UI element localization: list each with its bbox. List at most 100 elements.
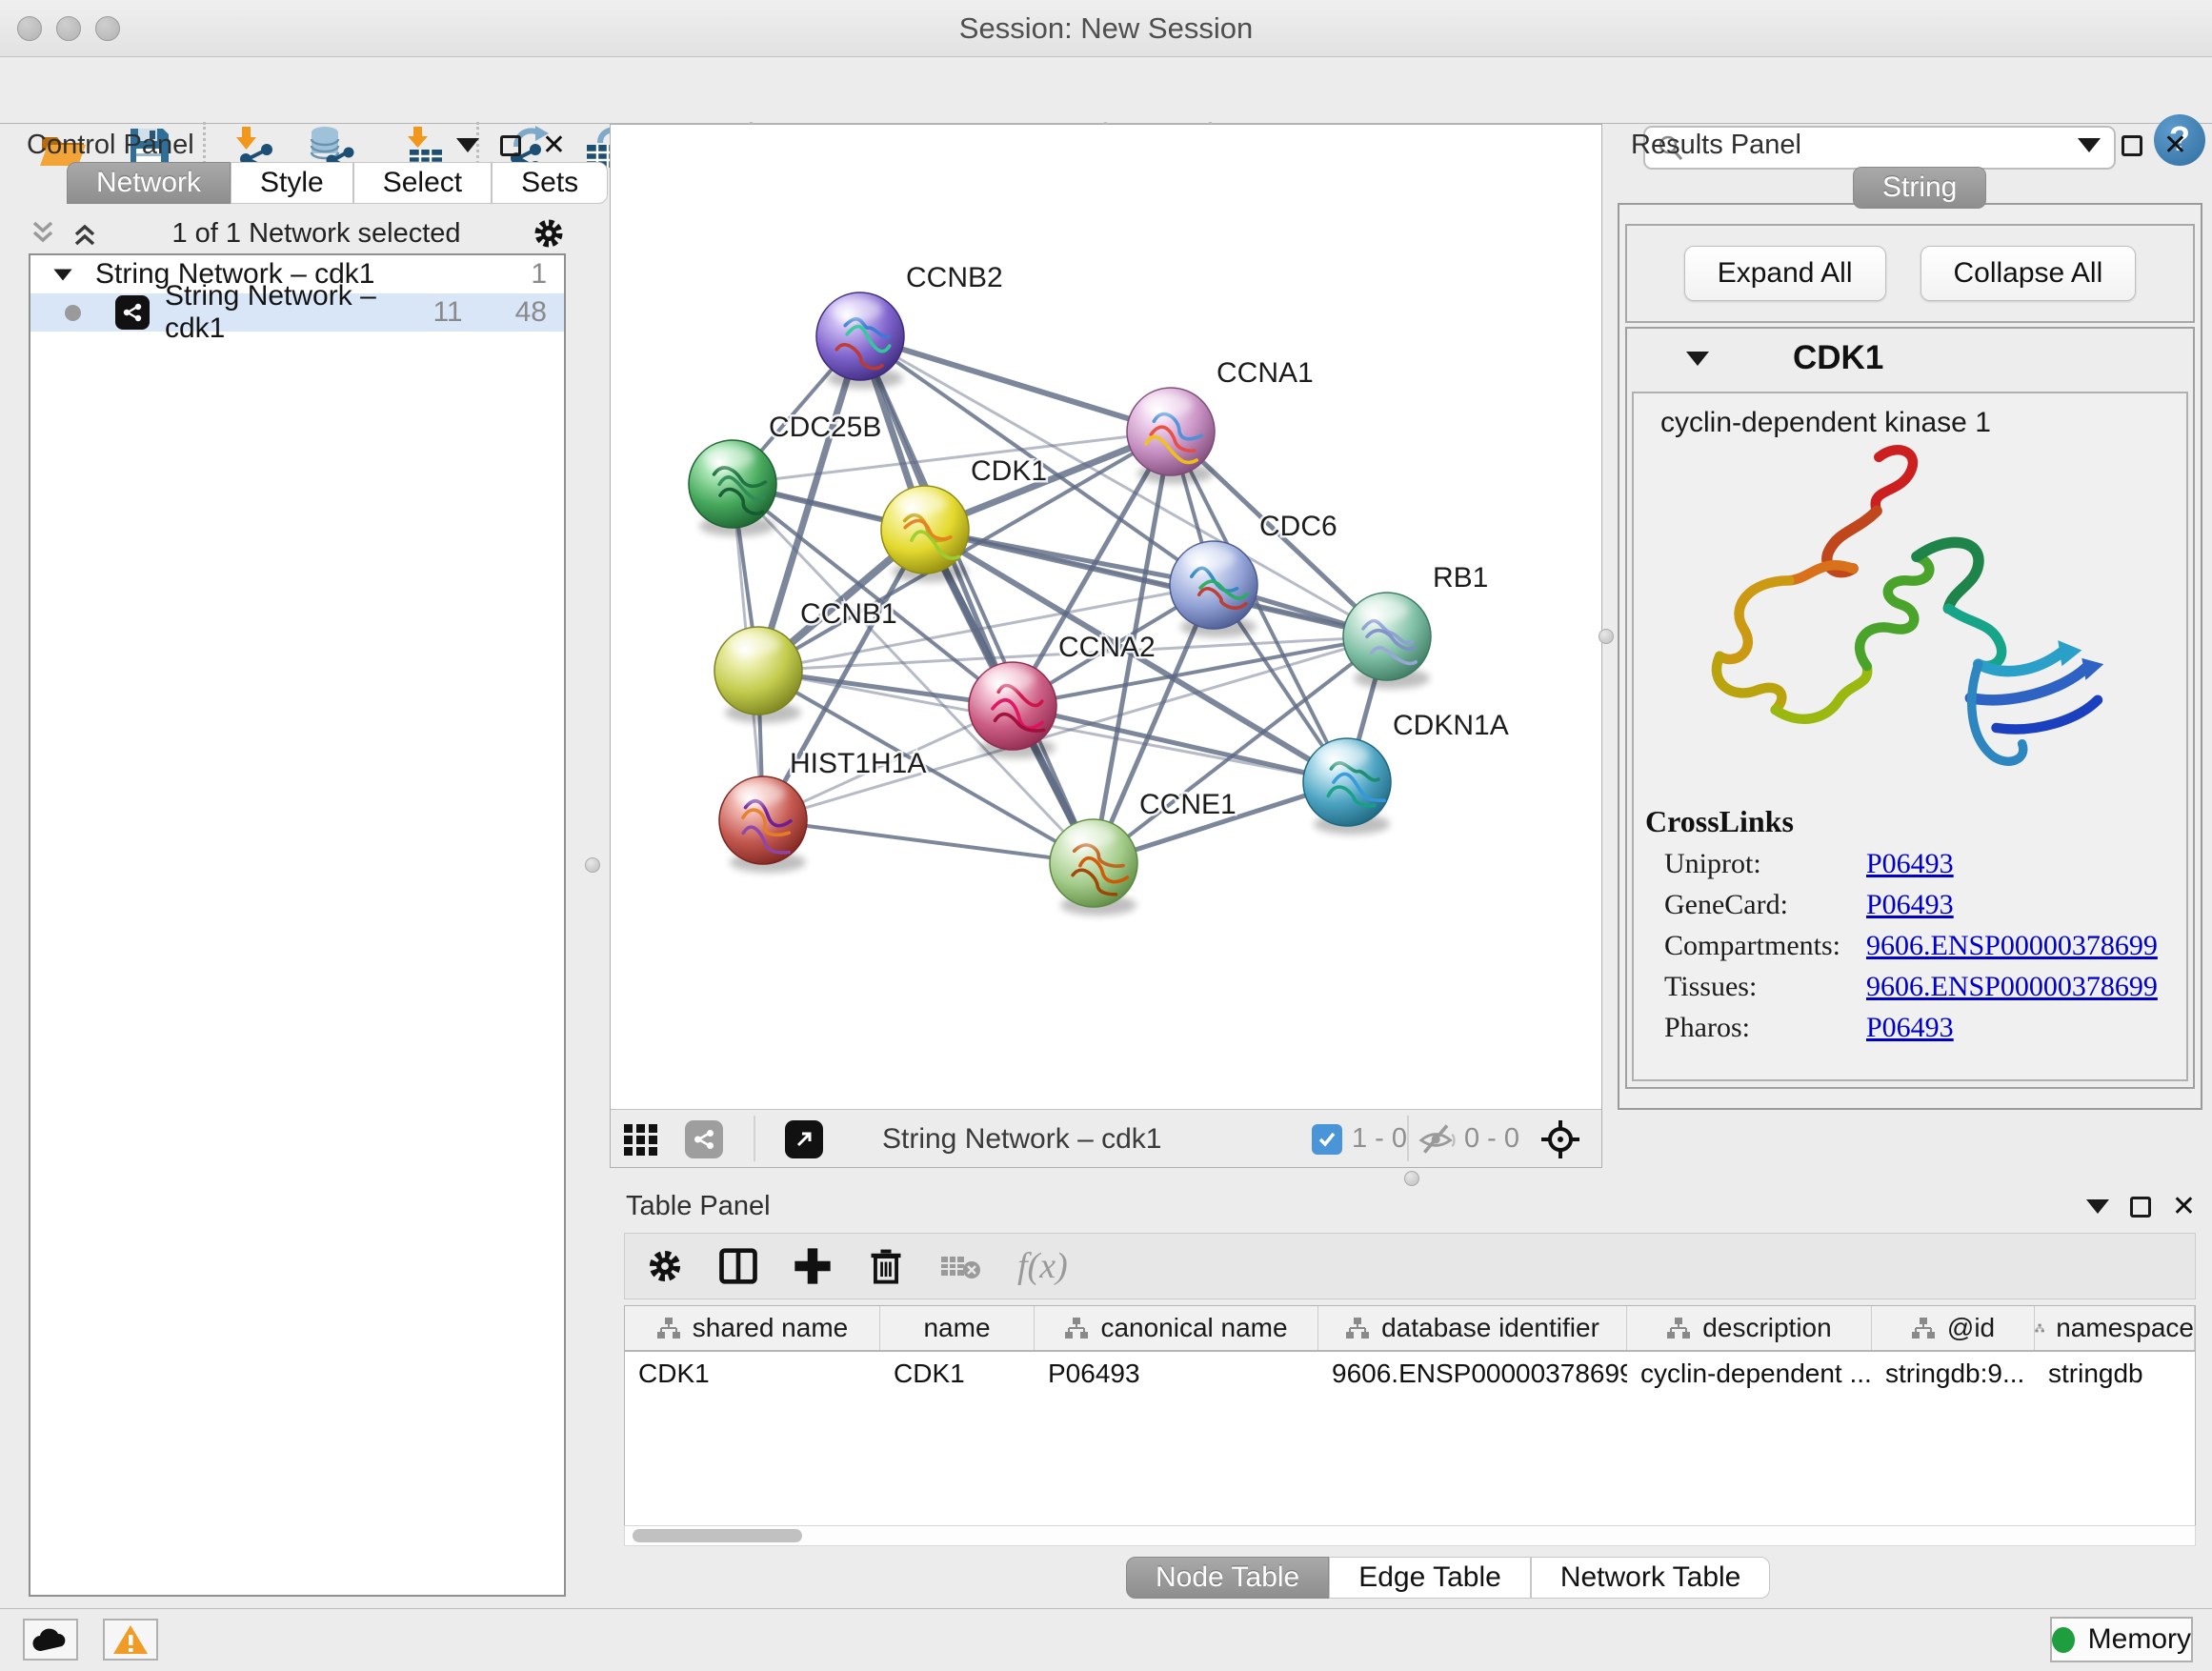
crosslink-link[interactable]: P06493 bbox=[1866, 848, 1954, 880]
crosslink-label: Pharos: bbox=[1664, 1012, 1866, 1044]
window-titlebar: Session: New Session bbox=[0, 0, 2212, 57]
collapse-entry-icon[interactable] bbox=[1686, 352, 1709, 366]
tab-network[interactable]: Network bbox=[67, 162, 231, 204]
left-splitter-grip[interactable] bbox=[585, 857, 600, 873]
column-header-namespace[interactable]: namespace bbox=[2035, 1306, 2195, 1350]
crosslink-link[interactable]: P06493 bbox=[1866, 889, 1954, 921]
close-panel-icon[interactable]: ✕ bbox=[542, 135, 566, 156]
cloud-icon bbox=[31, 1626, 70, 1653]
tab-style[interactable]: Style bbox=[231, 162, 353, 204]
current-network-dot-icon bbox=[65, 305, 81, 321]
crosslink-label: Uniprot: bbox=[1664, 848, 1866, 880]
panel-menu-icon[interactable] bbox=[2086, 1199, 2109, 1214]
table-cell[interactable]: stringdb:9... bbox=[1872, 1352, 2035, 1396]
column-header-label: canonical name bbox=[1100, 1313, 1287, 1343]
column-type-network-icon bbox=[2035, 1317, 2044, 1339]
scrollbar-thumb[interactable] bbox=[633, 1529, 802, 1542]
toolbar-divider bbox=[754, 1116, 755, 1161]
tab-sets[interactable]: Sets bbox=[492, 162, 608, 204]
table-cell[interactable]: CDK1 bbox=[625, 1352, 880, 1396]
edge-count: 48 bbox=[515, 296, 547, 329]
network-node-CDC25B[interactable]: CDC25B bbox=[689, 412, 881, 536]
column-header-label: shared name bbox=[693, 1313, 848, 1343]
expand-all-button[interactable]: Expand All bbox=[1684, 246, 1886, 301]
network-node-RB1[interactable]: RB1 bbox=[1343, 562, 1488, 689]
table-cell[interactable]: CDK1 bbox=[880, 1352, 1035, 1396]
column-header-canonical-name[interactable]: canonical name bbox=[1035, 1306, 1318, 1350]
tab-select[interactable]: Select bbox=[353, 162, 492, 204]
results-panel-title: Results Panel bbox=[1631, 130, 1801, 161]
collection-count: 1 bbox=[531, 258, 547, 291]
tab-network-table[interactable]: Network Table bbox=[1531, 1557, 1771, 1599]
close-panel-icon[interactable]: ✕ bbox=[2163, 135, 2187, 156]
network-edge[interactable] bbox=[1013, 706, 1347, 782]
panel-menu-icon[interactable] bbox=[456, 138, 479, 152]
collapse-all-networks-icon[interactable] bbox=[27, 217, 59, 250]
collapse-all-button[interactable]: Collapse All bbox=[1920, 246, 2137, 301]
table-cell[interactable]: 9606.ENSP00000378699 bbox=[1318, 1352, 1627, 1396]
network-row-selected[interactable]: String Network – cdk1 11 48 bbox=[30, 293, 564, 332]
table-cell[interactable]: stringdb bbox=[2035, 1352, 2195, 1396]
fit-selected-crosshair-icon[interactable] bbox=[1539, 1118, 1581, 1160]
column-header-shared-name[interactable]: shared name bbox=[625, 1306, 880, 1350]
memory-button[interactable]: Memory bbox=[2050, 1617, 2193, 1662]
network-node-CCNE1[interactable]: CCNE1 bbox=[1050, 789, 1237, 916]
cloud-status-button[interactable] bbox=[23, 1619, 78, 1661]
column-type-network-icon bbox=[1666, 1317, 1691, 1339]
network-canvas[interactable]: CCNB2CCNA1CDC25BCDK1CDC6RB1CCNB1CCNA2CDK… bbox=[611, 125, 1601, 1109]
warning-triangle-icon bbox=[111, 1623, 150, 1656]
table-row[interactable]: CDK1CDK1P064939606.ENSP00000378699cyclin… bbox=[625, 1352, 2195, 1396]
tab-edge-table[interactable]: Edge Table bbox=[1329, 1557, 1531, 1599]
warnings-button[interactable] bbox=[103, 1619, 158, 1661]
panel-menu-icon[interactable] bbox=[2078, 138, 2101, 152]
node-label: CDC6 bbox=[1259, 511, 1337, 542]
column-header--id[interactable]: @id bbox=[1872, 1306, 2035, 1350]
node-table: shared name name canonical name database id… bbox=[624, 1305, 2196, 1532]
network-options-gear-icon[interactable] bbox=[532, 216, 566, 251]
crosslink-link[interactable]: 9606.ENSP00000378699 bbox=[1866, 930, 2158, 962]
column-header-name[interactable]: name bbox=[880, 1306, 1035, 1350]
tab-string[interactable]: String bbox=[1853, 167, 1986, 209]
birds-eye-view-icon[interactable] bbox=[785, 1120, 823, 1158]
close-panel-icon[interactable]: ✕ bbox=[2172, 1197, 2196, 1218]
network-edge[interactable] bbox=[860, 336, 1171, 432]
column-header-database-identifier[interactable]: database identifier bbox=[1318, 1306, 1627, 1350]
crosslink-label: Tissues: bbox=[1664, 971, 1866, 1003]
node-label: CDK1 bbox=[971, 455, 1047, 487]
crosslink-link[interactable]: 9606.ENSP00000378699 bbox=[1866, 971, 2158, 1003]
crosslink-link[interactable]: P06493 bbox=[1866, 1012, 1954, 1044]
node-label: CCNB2 bbox=[906, 262, 1003, 293]
memory-label: Memory bbox=[2088, 1623, 2191, 1656]
expand-all-networks-icon[interactable] bbox=[69, 217, 101, 250]
hidden-eye-slash-icon[interactable] bbox=[1418, 1123, 1457, 1156]
bottom-splitter-grip[interactable] bbox=[1404, 1171, 1419, 1186]
node-table-header-row: shared name name canonical name database id… bbox=[625, 1306, 2195, 1352]
float-panel-icon[interactable] bbox=[2130, 1197, 2151, 1218]
node-count: 11 bbox=[432, 296, 462, 329]
table-cell[interactable]: cyclin-dependent ... bbox=[1627, 1352, 1872, 1396]
network-node-CDKN1A[interactable]: CDKN1A bbox=[1303, 710, 1509, 835]
delete-column-icon[interactable] bbox=[867, 1246, 905, 1286]
toolbar-divider bbox=[1407, 1116, 1409, 1161]
collapse-collection-icon[interactable] bbox=[53, 269, 71, 280]
selected-checkbox-icon[interactable] bbox=[1312, 1124, 1342, 1155]
add-column-icon[interactable] bbox=[793, 1246, 833, 1286]
table-horizontal-scrollbar[interactable] bbox=[624, 1525, 2196, 1546]
show-columns-icon[interactable] bbox=[718, 1246, 758, 1286]
selected-node-edge-counts: 1 - 0 bbox=[1352, 1110, 1407, 1168]
network-node-HIST1H1A[interactable]: HIST1H1A bbox=[719, 748, 926, 873]
float-panel-icon[interactable] bbox=[2122, 135, 2142, 156]
status-bar: Memory bbox=[0, 1608, 2212, 1671]
tab-node-table[interactable]: Node Table bbox=[1126, 1557, 1329, 1599]
grid-view-icon[interactable] bbox=[622, 1122, 664, 1157]
string-results-container: Expand All Collapse All CDK1 cyclin-depe… bbox=[1618, 203, 2202, 1110]
control-panel: Control Panel ✕ Network Style Select Set… bbox=[10, 124, 583, 1606]
float-panel-icon[interactable] bbox=[500, 135, 521, 156]
network-edge[interactable] bbox=[763, 820, 1094, 863]
network-node-CCNA1[interactable]: CCNA1 bbox=[1127, 357, 1314, 484]
table-options-gear-icon[interactable] bbox=[646, 1247, 684, 1285]
column-header-description[interactable]: description bbox=[1627, 1306, 1872, 1350]
crosslink-label: GeneCard: bbox=[1664, 889, 1866, 921]
node-result-header[interactable]: CDK1 bbox=[1627, 329, 2193, 388]
table-cell[interactable]: P06493 bbox=[1035, 1352, 1318, 1396]
